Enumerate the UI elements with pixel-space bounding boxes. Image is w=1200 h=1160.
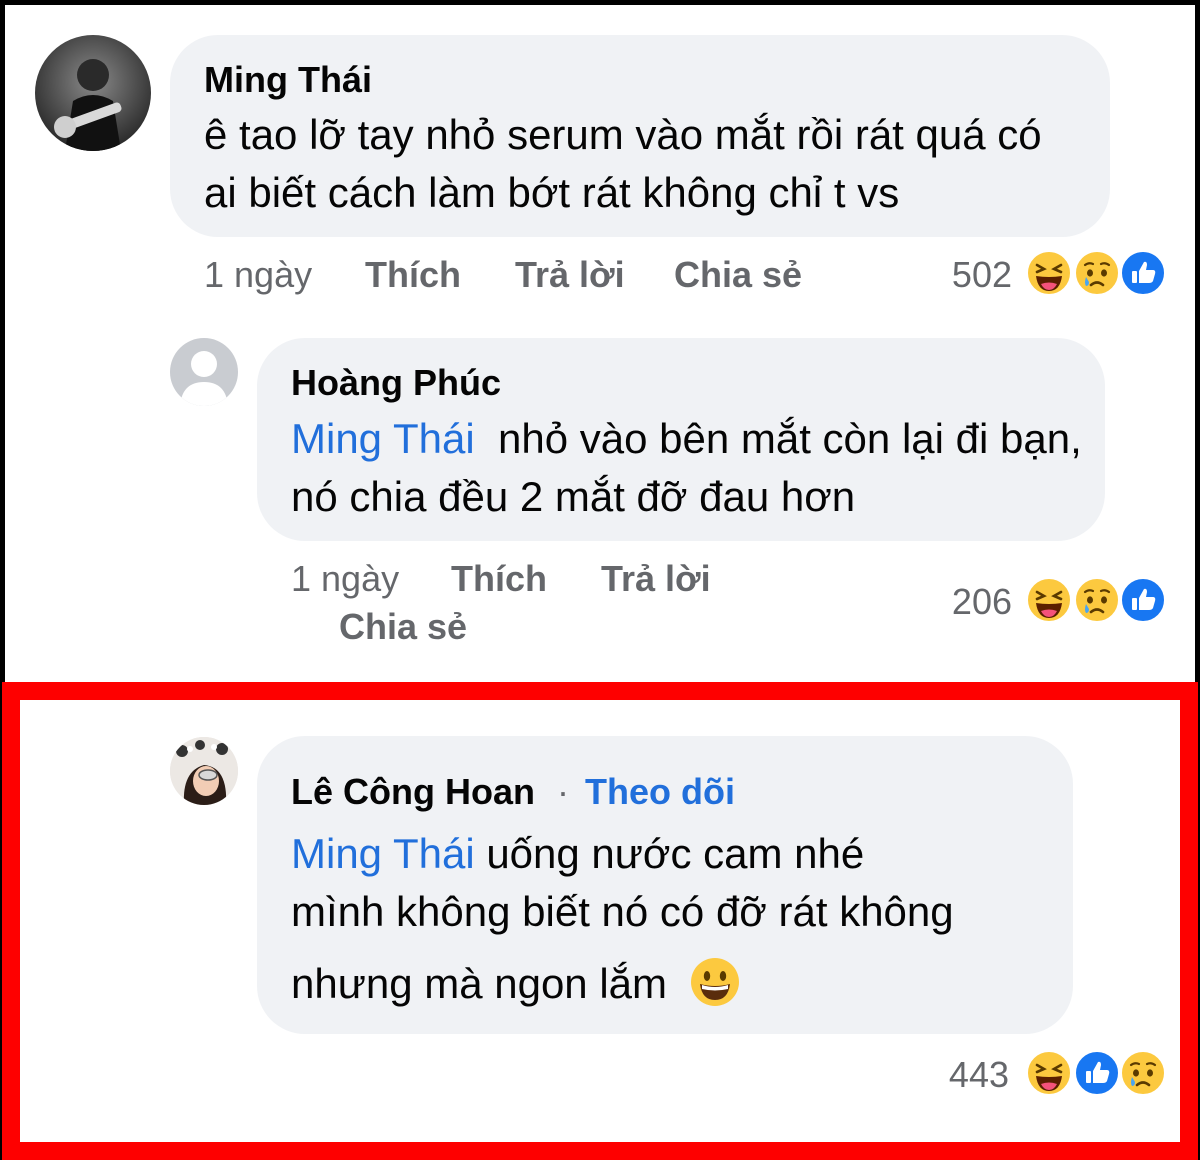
comment-line: nhưng mà ngon lắm (291, 955, 1061, 1013)
reply-button[interactable]: Trả lời (515, 255, 625, 295)
comment-author[interactable]: Hoàng Phúc (291, 363, 501, 403)
avatar-photo (35, 35, 151, 151)
comment-thread: Ming Thái ê tao lỡ tay nhỏ serum vào mắt… (5, 5, 1195, 1155)
like-icon (1119, 576, 1167, 624)
avatar-ming-thai[interactable] (35, 35, 151, 151)
mention-link[interactable]: Ming Thái (291, 830, 475, 877)
share-button[interactable]: Chia sẻ (674, 255, 802, 295)
comment-text: Ming Thái uống nước cam nhé mình không b… (291, 825, 1061, 1013)
comment-text: ê tao lỡ tay nhỏ serum vào mắt rồi rát q… (204, 111, 1042, 216)
sad-icon (1119, 1049, 1167, 1097)
grinning-face-icon (689, 956, 741, 1008)
avatar-default[interactable] (170, 338, 238, 406)
like-button[interactable]: Thích (365, 255, 461, 295)
follow-button[interactable]: Theo dõi (585, 772, 735, 812)
comment-author[interactable]: Ming Thái (204, 60, 372, 100)
default-avatar-icon (180, 351, 228, 406)
mention-link[interactable]: Ming Thái (291, 415, 475, 462)
comment-text: Ming Thái nhỏ vào bên mắt còn lại đi bạn… (291, 410, 1091, 526)
comment-body-line1: uống nước cam nhé (486, 830, 865, 877)
avatar-photo (170, 737, 238, 805)
comment-timestamp[interactable]: 1 ngày (291, 559, 399, 599)
sad-icon (1073, 576, 1121, 624)
reaction-count[interactable]: 443 (929, 1055, 1009, 1095)
haha-icon (1025, 249, 1073, 297)
share-button[interactable]: Chia sẻ (339, 607, 467, 647)
comment-body-line2: mình không biết nó có đỡ rát không (291, 888, 954, 935)
reaction-count[interactable]: 206 (932, 582, 1012, 622)
comment-body-line3: nhưng mà ngon lắm (291, 960, 668, 1007)
comment-line: Ming Thái uống nước cam nhé (291, 825, 1061, 883)
reaction-count[interactable]: 502 (932, 255, 1012, 295)
like-icon (1119, 249, 1167, 297)
avatar-le-cong-hoan[interactable] (170, 737, 238, 805)
sad-icon (1073, 249, 1121, 297)
like-button[interactable]: Thích (451, 559, 547, 599)
comment-author[interactable]: Lê Công Hoan (291, 772, 535, 812)
separator-dot: · (557, 771, 569, 812)
comment-timestamp[interactable]: 1 ngày (204, 255, 312, 295)
like-icon (1073, 1049, 1121, 1097)
reply-button[interactable]: Trả lời (601, 559, 711, 599)
haha-icon (1025, 576, 1073, 624)
haha-icon (1025, 1049, 1073, 1097)
